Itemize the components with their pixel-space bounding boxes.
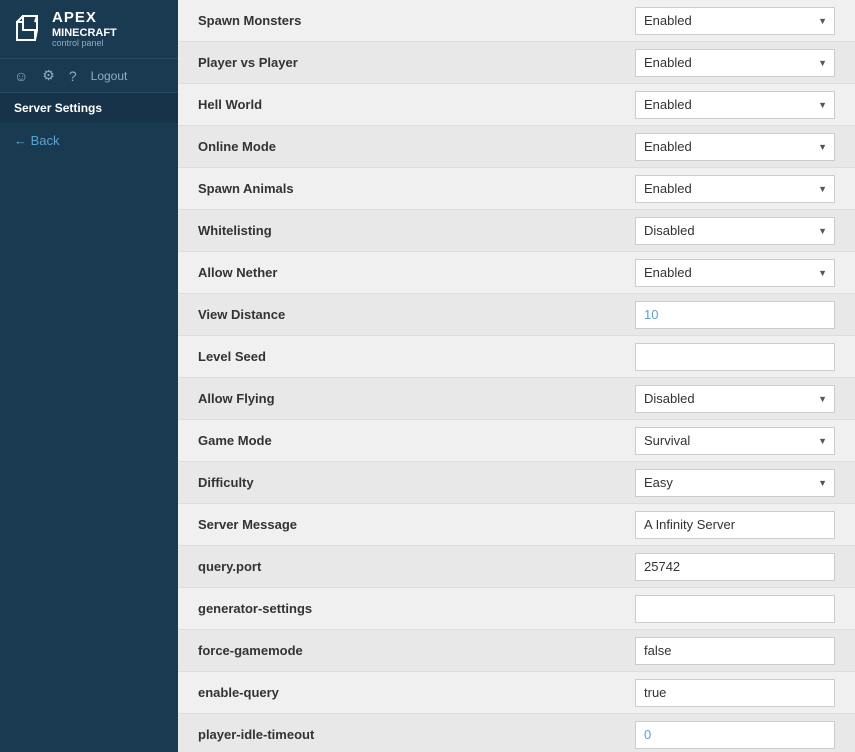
input-view-distance[interactable] (635, 301, 835, 329)
label-generator-settings: generator-settings (198, 591, 635, 626)
control-hell-world[interactable]: EnabledDisabled (635, 91, 835, 119)
select-spawn-monsters[interactable]: EnabledDisabled (635, 7, 835, 35)
select-game-mode[interactable]: SurvivalCreativeAdventureSpectator (635, 427, 835, 455)
label-player-vs-player: Player vs Player (198, 45, 635, 80)
control-player-idle-timeout[interactable] (635, 721, 835, 749)
control-allow-nether[interactable]: EnabledDisabled (635, 259, 835, 287)
input-level-seed[interactable] (635, 343, 835, 371)
label-spawn-animals: Spawn Animals (198, 171, 635, 206)
settings-row-allow-flying: Allow FlyingEnabledDisabled (178, 378, 855, 420)
select-allow-nether[interactable]: EnabledDisabled (635, 259, 835, 287)
label-spawn-monsters: Spawn Monsters (198, 3, 635, 38)
select-online-mode[interactable]: EnabledDisabled (635, 133, 835, 161)
label-query-port: query.port (198, 549, 635, 584)
control-spawn-monsters[interactable]: EnabledDisabled (635, 7, 835, 35)
sidebar-nav: ☺ ⚙ ? Logout (0, 59, 178, 93)
settings-row-generator-settings: generator-settings (178, 588, 855, 630)
label-difficulty: Difficulty (198, 465, 635, 500)
settings-row-level-seed: Level Seed (178, 336, 855, 378)
settings-row-online-mode: Online ModeEnabledDisabled (178, 126, 855, 168)
logo-header: APEX MINECRAFT control panel (0, 0, 178, 59)
label-allow-flying: Allow Flying (198, 381, 635, 416)
label-hell-world: Hell World (198, 87, 635, 122)
logout-link[interactable]: Logout (91, 69, 128, 83)
control-online-mode[interactable]: EnabledDisabled (635, 133, 835, 161)
select-wrapper-whitelisting: EnabledDisabled (635, 217, 835, 245)
settings-row-server-message: Server Message (178, 504, 855, 546)
label-enable-query: enable-query (198, 675, 635, 710)
settings-row-whitelisting: WhitelistingEnabledDisabled (178, 210, 855, 252)
gear-icon[interactable]: ⚙ (42, 67, 55, 84)
control-view-distance[interactable] (635, 301, 835, 329)
control-whitelisting[interactable]: EnabledDisabled (635, 217, 835, 245)
settings-table: Spawn MonstersEnabledDisabledPlayer vs P… (178, 0, 855, 752)
input-server-message[interactable] (635, 511, 835, 539)
main-content: Spawn MonstersEnabledDisabledPlayer vs P… (178, 0, 855, 752)
select-wrapper-online-mode: EnabledDisabled (635, 133, 835, 161)
person-icon[interactable]: ☺ (14, 68, 28, 84)
control-server-message[interactable] (635, 511, 835, 539)
logo-minecraft-text: MINECRAFT (52, 27, 117, 39)
settings-row-allow-nether: Allow NetherEnabledDisabled (178, 252, 855, 294)
label-game-mode: Game Mode (198, 423, 635, 458)
select-spawn-animals[interactable]: EnabledDisabled (635, 175, 835, 203)
select-wrapper-allow-flying: EnabledDisabled (635, 385, 835, 413)
select-hell-world[interactable]: EnabledDisabled (635, 91, 835, 119)
label-online-mode: Online Mode (198, 129, 635, 164)
input-query-port[interactable] (635, 553, 835, 581)
settings-row-spawn-monsters: Spawn MonstersEnabledDisabled (178, 0, 855, 42)
select-wrapper-game-mode: SurvivalCreativeAdventureSpectator (635, 427, 835, 455)
control-query-port[interactable] (635, 553, 835, 581)
settings-row-difficulty: DifficultyPeacefulEasyNormalHard (178, 462, 855, 504)
label-whitelisting: Whitelisting (198, 213, 635, 248)
help-icon[interactable]: ? (69, 68, 77, 84)
control-force-gamemode[interactable] (635, 637, 835, 665)
label-force-gamemode: force-gamemode (198, 633, 635, 668)
logo-icon (12, 13, 44, 45)
select-wrapper-hell-world: EnabledDisabled (635, 91, 835, 119)
label-server-message: Server Message (198, 507, 635, 542)
control-spawn-animals[interactable]: EnabledDisabled (635, 175, 835, 203)
control-game-mode[interactable]: SurvivalCreativeAdventureSpectator (635, 427, 835, 455)
label-allow-nether: Allow Nether (198, 255, 635, 290)
settings-row-player-vs-player: Player vs PlayerEnabledDisabled (178, 42, 855, 84)
settings-row-force-gamemode: force-gamemode (178, 630, 855, 672)
label-player-idle-timeout: player-idle-timeout (198, 717, 635, 752)
logo-control-text: control panel (52, 39, 117, 49)
select-wrapper-spawn-monsters: EnabledDisabled (635, 7, 835, 35)
select-wrapper-allow-nether: EnabledDisabled (635, 259, 835, 287)
select-difficulty[interactable]: PeacefulEasyNormalHard (635, 469, 835, 497)
select-wrapper-spawn-animals: EnabledDisabled (635, 175, 835, 203)
logo-apex-text: APEX (52, 10, 117, 27)
input-player-idle-timeout[interactable] (635, 721, 835, 749)
label-view-distance: View Distance (198, 297, 635, 332)
settings-row-query-port: query.port (178, 546, 855, 588)
control-enable-query[interactable] (635, 679, 835, 707)
select-wrapper-player-vs-player: EnabledDisabled (635, 49, 835, 77)
input-force-gamemode[interactable] (635, 637, 835, 665)
settings-row-enable-query: enable-query (178, 672, 855, 714)
settings-row-player-idle-timeout: player-idle-timeout (178, 714, 855, 752)
control-difficulty[interactable]: PeacefulEasyNormalHard (635, 469, 835, 497)
settings-row-hell-world: Hell WorldEnabledDisabled (178, 84, 855, 126)
settings-row-view-distance: View Distance (178, 294, 855, 336)
back-button[interactable]: ← Back (0, 123, 178, 158)
control-level-seed[interactable] (635, 343, 835, 371)
settings-row-game-mode: Game ModeSurvivalCreativeAdventureSpecta… (178, 420, 855, 462)
input-enable-query[interactable] (635, 679, 835, 707)
logo-text: APEX MINECRAFT control panel (52, 10, 117, 48)
select-whitelisting[interactable]: EnabledDisabled (635, 217, 835, 245)
input-generator-settings[interactable] (635, 595, 835, 623)
control-player-vs-player[interactable]: EnabledDisabled (635, 49, 835, 77)
sidebar-section-title: Server Settings (0, 93, 178, 123)
select-allow-flying[interactable]: EnabledDisabled (635, 385, 835, 413)
control-allow-flying[interactable]: EnabledDisabled (635, 385, 835, 413)
select-player-vs-player[interactable]: EnabledDisabled (635, 49, 835, 77)
select-wrapper-difficulty: PeacefulEasyNormalHard (635, 469, 835, 497)
control-generator-settings[interactable] (635, 595, 835, 623)
settings-row-spawn-animals: Spawn AnimalsEnabledDisabled (178, 168, 855, 210)
sidebar: APEX MINECRAFT control panel ☺ ⚙ ? Logou… (0, 0, 178, 752)
label-level-seed: Level Seed (198, 339, 635, 374)
